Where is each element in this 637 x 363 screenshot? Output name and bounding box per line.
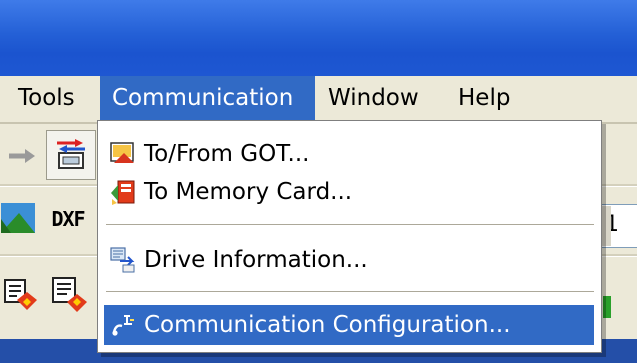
menu-separator [106, 291, 594, 293]
library-tool-icon[interactable] [48, 272, 90, 314]
transfer-toolbar-button[interactable] [46, 130, 96, 180]
memory-card-icon [111, 180, 135, 205]
menu-item-label: Drive Information... [144, 247, 368, 273]
menu-item-label: To/From GOT... [144, 141, 310, 167]
menu-help[interactable]: Help [446, 76, 522, 122]
menu-item-label: To Memory Card... [144, 179, 353, 205]
drive-info-icon [110, 247, 135, 273]
menu-item-to-memory-card[interactable]: To Memory Card... [104, 173, 594, 211]
menu-window[interactable]: Window [316, 76, 431, 122]
transfer-icon [57, 139, 85, 169]
field-scroll-edge [601, 206, 611, 246]
got-transfer-icon [110, 142, 134, 163]
communication-dropdown: To/From GOT... To Memory Card... Drive I… [97, 120, 602, 353]
window-title-bar [0, 0, 637, 76]
comm-config-icon [112, 315, 134, 336]
menu-bar: Tools Communication Window Help [0, 76, 637, 122]
menu-item-to-from-got[interactable]: To/From GOT... [104, 135, 594, 173]
menu-item-drive-information[interactable]: Drive Information... [104, 241, 594, 279]
menu-separator [106, 224, 594, 226]
image-icon[interactable] [0, 200, 36, 236]
menu-item-communication-configuration[interactable]: Communication Configuration... [104, 305, 594, 345]
dxf-button[interactable]: DXF [48, 200, 88, 238]
menu-item-label: Communication Configuration... [144, 312, 511, 338]
arrow-right-icon[interactable] [4, 138, 40, 174]
parts-tool-icon[interactable] [0, 272, 40, 314]
menu-tools[interactable]: Tools [6, 76, 87, 122]
status-indicator [603, 296, 611, 318]
menu-communication[interactable]: Communication [100, 76, 315, 122]
